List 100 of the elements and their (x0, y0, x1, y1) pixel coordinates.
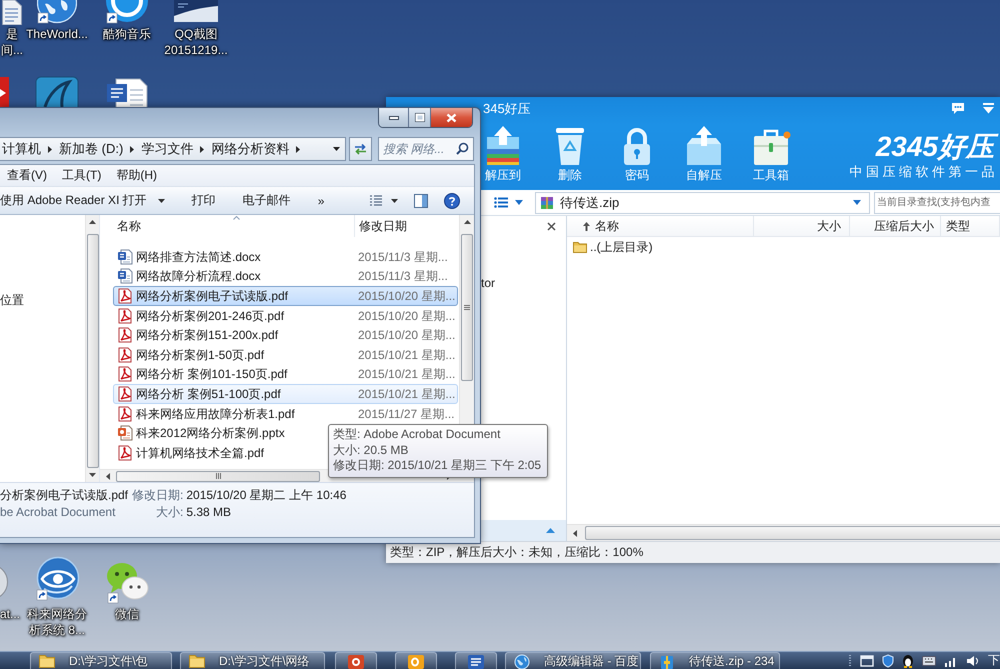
taskbar-button[interactable] (395, 652, 437, 669)
maximize-button[interactable] (409, 108, 431, 127)
speaker-icon[interactable] (966, 654, 980, 666)
penguin-icon[interactable] (902, 654, 914, 668)
collapse-arrow-icon[interactable] (546, 528, 555, 533)
toolbar-button[interactable]: 工具箱 (749, 120, 793, 182)
toolbar-button[interactable]: 删除 (548, 120, 592, 182)
file-row[interactable]: 科来网络应用故障分析表1.pdf 2015/11/27 星期... (113, 404, 458, 424)
chevron-icon[interactable] (130, 146, 134, 152)
chat-bubbles-icon[interactable] (105, 560, 149, 604)
help-button[interactable] (444, 190, 460, 210)
close-button[interactable] (431, 108, 472, 127)
file-row[interactable]: 网络分析案例151-200x.pdf 2015/10/20 星期... (113, 325, 458, 345)
scroll-thumb[interactable] (116, 470, 320, 482)
file-row[interactable]: 网络分析案例1-50页.pdf 2015/10/21 星期... (113, 344, 458, 365)
window-icon[interactable] (860, 654, 874, 666)
toolbar-button[interactable]: 密码 (615, 120, 659, 182)
path-field[interactable]: 待传送.zip (535, 192, 870, 214)
menu-button[interactable] (982, 103, 995, 114)
taskbar-button[interactable]: 高级编辑器 - 百度 (505, 652, 641, 669)
image-icon[interactable] (174, 0, 218, 22)
icon-label[interactable]: TheWorld... (26, 26, 88, 42)
globe-icon[interactable] (514, 654, 530, 669)
chevron-icon[interactable] (200, 146, 204, 152)
column-header[interactable]: 大小 (754, 216, 850, 236)
column-header[interactable]: 名称 (567, 216, 754, 236)
shield-icon[interactable] (882, 654, 894, 668)
app-icon[interactable] (0, 77, 9, 107)
icon-label[interactable]: 酷狗音乐 (103, 26, 151, 42)
breadcrumb-item[interactable]: 计算机 (2, 140, 41, 158)
file-row[interactable]: 网络分析 案例101-150页.pdf 2015/10/21 星期... (113, 364, 458, 384)
file-row[interactable]: 网络分析 案例51-100页.pdf 2015/10/21 星期... (113, 384, 458, 404)
file-row[interactable]: 网络故障分析流程.docx 2015/11/3 星期... (113, 266, 458, 286)
presentation-app-icon[interactable] (347, 654, 365, 669)
column-header[interactable]: 类型 (941, 216, 1000, 236)
search-icon[interactable] (456, 142, 469, 155)
toolbar-button[interactable]: 使用 Adobe Reader XI 打开 (0, 190, 171, 212)
view-mode-button[interactable] (494, 197, 523, 208)
document-icon[interactable] (106, 78, 148, 107)
close-pane-button[interactable] (547, 222, 556, 230)
tree-item[interactable]: tor (481, 274, 496, 292)
breadcrumb-item[interactable]: 网络分析资料 (211, 140, 290, 158)
address-bar[interactable]: 计算机 新加卷 (D:) 学习文件 网络分析资料 (0, 137, 346, 161)
toolbar-button[interactable]: 自解压 (682, 120, 726, 182)
icon-label[interactable]: 是 (6, 26, 18, 42)
toolbar-button[interactable]: 打印 (186, 190, 222, 212)
file-date: 2015/10/21 星期... (357, 386, 456, 401)
file-name[interactable]: ..(上层目录) (590, 238, 653, 256)
window-title: 345好压 (483, 100, 531, 118)
menu-item[interactable]: 查看(V) (7, 167, 47, 184)
scroll-up-arrow-icon[interactable] (89, 220, 96, 224)
toolbar-button[interactable]: 解压到 (481, 120, 525, 182)
icon-label[interactable]: 20151219... (164, 42, 228, 58)
folder-icon[interactable] (189, 654, 205, 668)
scroll-thumb[interactable] (86, 234, 98, 468)
taskbar-button[interactable]: 待传送.zip - 234 (650, 652, 780, 669)
chevron-icon[interactable] (296, 146, 300, 152)
refresh-button[interactable] (349, 137, 372, 161)
file-name: 科来2012网络分析案例.pptx (136, 426, 285, 440)
scroll-left-arrow-icon[interactable] (106, 472, 110, 480)
chevron-icon[interactable] (48, 146, 52, 152)
icon-label[interactable]: QQ截图 (174, 26, 218, 42)
dropdown-arrow-icon[interactable] (333, 147, 340, 151)
app-icon[interactable] (105, 0, 149, 24)
menu-item[interactable]: 帮助(H) (116, 167, 157, 184)
taskbar-button[interactable] (335, 652, 377, 669)
search-field[interactable]: 当前目录查找(支持包内查 (874, 192, 1000, 214)
scroll-left-arrow-icon[interactable] (573, 530, 577, 536)
keyboard-icon[interactable] (922, 656, 936, 666)
menu-item[interactable]: 工具(T) (62, 167, 102, 184)
taskbar-button[interactable]: D:\学习文件\包 (30, 652, 172, 669)
globe-icon[interactable] (37, 0, 77, 24)
mail-app-icon[interactable] (407, 654, 425, 669)
toolbar-button[interactable]: 电子邮件 (236, 190, 297, 212)
feedback-button[interactable] (951, 102, 965, 115)
document-app-icon[interactable] (467, 654, 485, 669)
navigation-item[interactable]: 位置 (0, 291, 24, 309)
search-field[interactable]: 搜索 网络... (378, 137, 474, 161)
taskbar-button[interactable]: D:\学习文件\网络 (180, 652, 325, 669)
breadcrumb-item[interactable]: 学习文件 (141, 140, 194, 158)
scroll-thumb[interactable] (461, 234, 473, 381)
scroll-down-arrow-icon[interactable] (89, 473, 96, 477)
scroll-thumb[interactable] (585, 526, 1000, 540)
breadcrumb-item[interactable]: 新加卷 (D:) (59, 140, 124, 158)
document-icon[interactable] (2, 0, 22, 25)
horizontal-scrollbar[interactable] (567, 524, 1000, 541)
toolbar-button[interactable]: » (312, 190, 330, 212)
taskbar-button[interactable] (455, 652, 497, 669)
eye-logo-icon[interactable] (34, 556, 80, 602)
file-row[interactable]: 网络排查方法简述.docx 2015/11/3 星期... (113, 247, 458, 267)
archive-icon[interactable] (659, 654, 675, 669)
fin-icon[interactable] (35, 76, 79, 107)
icon-label[interactable]: 间... (0, 42, 23, 58)
column-header[interactable]: 压缩后大小 (850, 216, 941, 236)
minimize-button[interactable] (379, 108, 409, 127)
scroll-up-arrow-icon[interactable] (464, 220, 470, 224)
folder-icon[interactable] (39, 654, 55, 668)
file-row[interactable]: 网络分析案例电子试读版.pdf 2015/10/20 星期... (113, 286, 458, 306)
vertical-scrollbar[interactable] (85, 215, 99, 482)
file-row[interactable]: 网络分析案例201-246页.pdf 2015/10/20 星期... (113, 306, 458, 326)
